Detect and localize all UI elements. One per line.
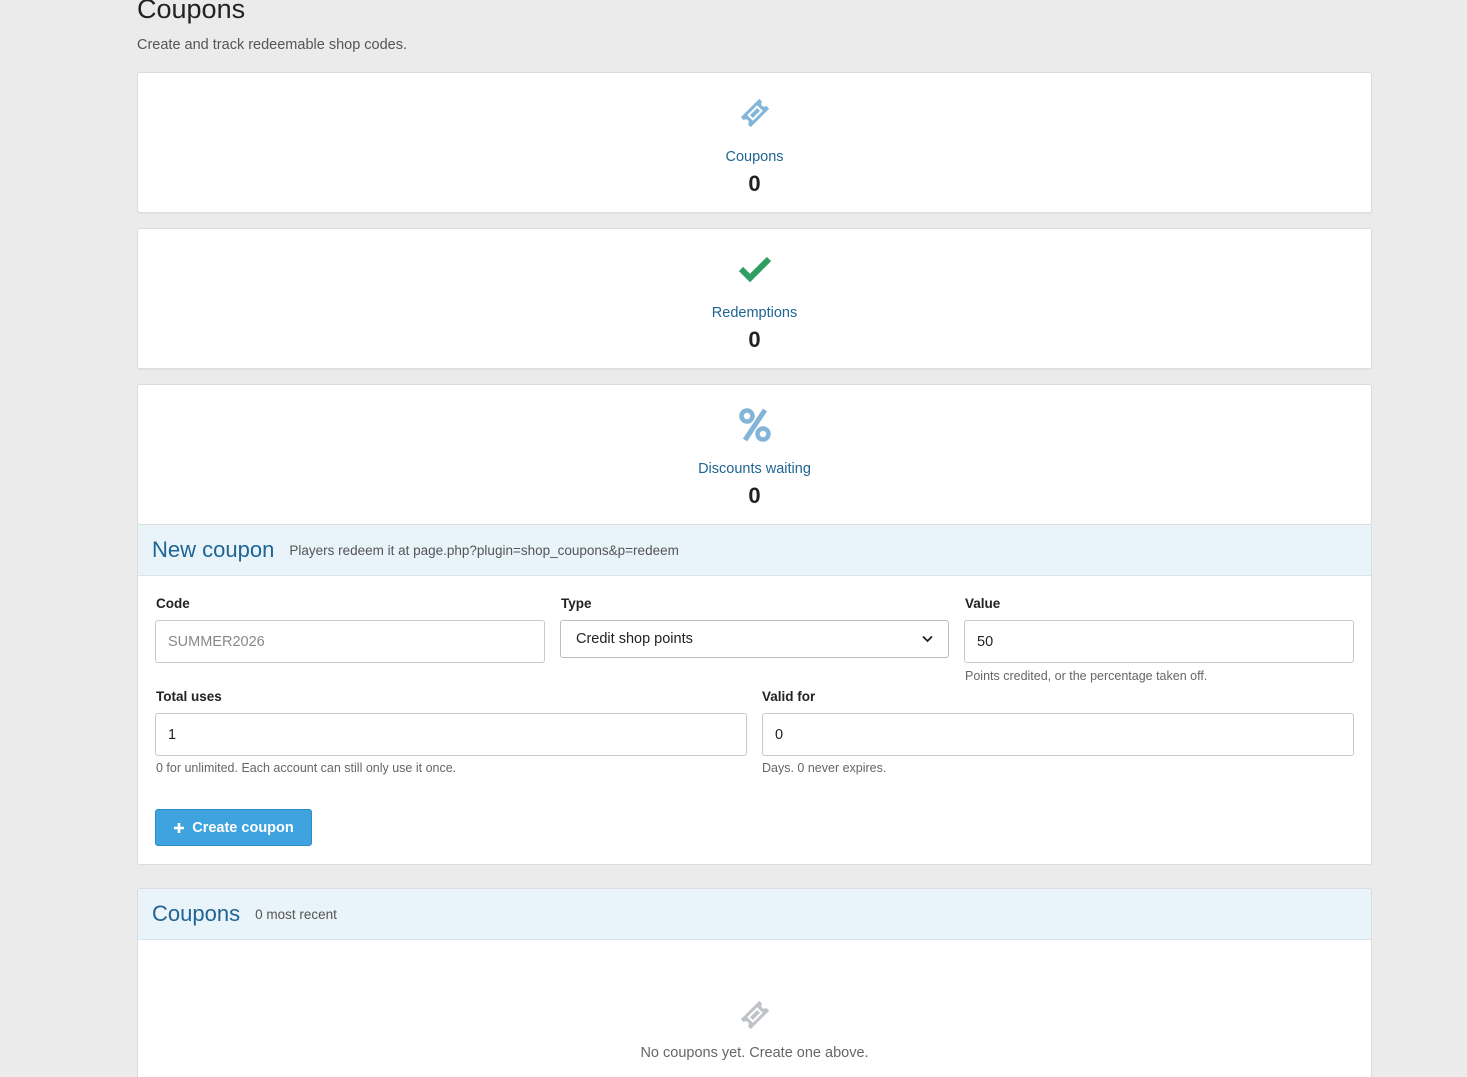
empty-state-text: No coupons yet. Create one above.	[640, 1045, 869, 1061]
valid-for-input[interactable]	[762, 713, 1354, 756]
ticket-icon	[138, 93, 1371, 133]
panel-title: New coupon	[152, 537, 275, 562]
valid-for-label: Valid for	[762, 689, 816, 704]
code-input[interactable]	[155, 620, 545, 663]
page-title: Coupons	[137, 0, 246, 24]
stat-label: Redemptions	[711, 305, 798, 321]
chevron-down-icon	[922, 635, 933, 643]
total-uses-input[interactable]	[155, 713, 747, 756]
type-label: Type	[561, 596, 592, 611]
type-select-value: Credit shop points	[576, 631, 693, 647]
ticket-icon	[138, 997, 1371, 1033]
percent-icon	[138, 405, 1371, 445]
stat-value: 0	[748, 327, 761, 352]
value-input[interactable]	[964, 620, 1354, 663]
stat-card-redemptions: Redemptions 0	[137, 228, 1372, 369]
value-label: Value	[965, 596, 1001, 611]
total-uses-help: 0 for unlimited. Each account can still …	[156, 761, 457, 775]
stat-card-discounts-waiting: Discounts waiting 0	[137, 384, 1372, 525]
stat-value: 0	[748, 171, 761, 196]
redeem-url-hint: Players redeem it at page.php?plugin=sho…	[289, 542, 679, 558]
new-coupon-panel: New coupon Players redeem it at page.php…	[137, 524, 1372, 865]
value-help: Points credited, or the percentage taken…	[965, 669, 1208, 683]
stat-label: Discounts waiting	[698, 461, 811, 477]
empty-state: No coupons yet. Create one above.	[138, 997, 1371, 1061]
coupons-list-panel: Coupons 0 most recent No coupons yet. Cr…	[137, 888, 1372, 1077]
stat-label: Coupons	[725, 149, 784, 165]
create-coupon-button[interactable]: Create coupon	[155, 809, 312, 846]
create-coupon-label: Create coupon	[192, 819, 294, 836]
coupon-count: 0 most recent	[255, 906, 337, 922]
panel-header: Coupons 0 most recent	[138, 889, 1371, 940]
page-subtitle: Create and track redeemable shop codes.	[137, 37, 408, 53]
panel-header: New coupon Players redeem it at page.php…	[138, 525, 1371, 576]
stat-card-coupons: Coupons 0	[137, 72, 1372, 213]
valid-for-help: Days. 0 never expires.	[762, 761, 887, 775]
check-icon	[138, 249, 1371, 289]
plus-icon	[174, 822, 185, 833]
type-select[interactable]: Credit shop points	[560, 620, 949, 658]
total-uses-label: Total uses	[156, 689, 222, 704]
stat-value: 0	[748, 483, 761, 508]
panel-title: Coupons	[152, 901, 241, 926]
code-label: Code	[156, 596, 190, 611]
